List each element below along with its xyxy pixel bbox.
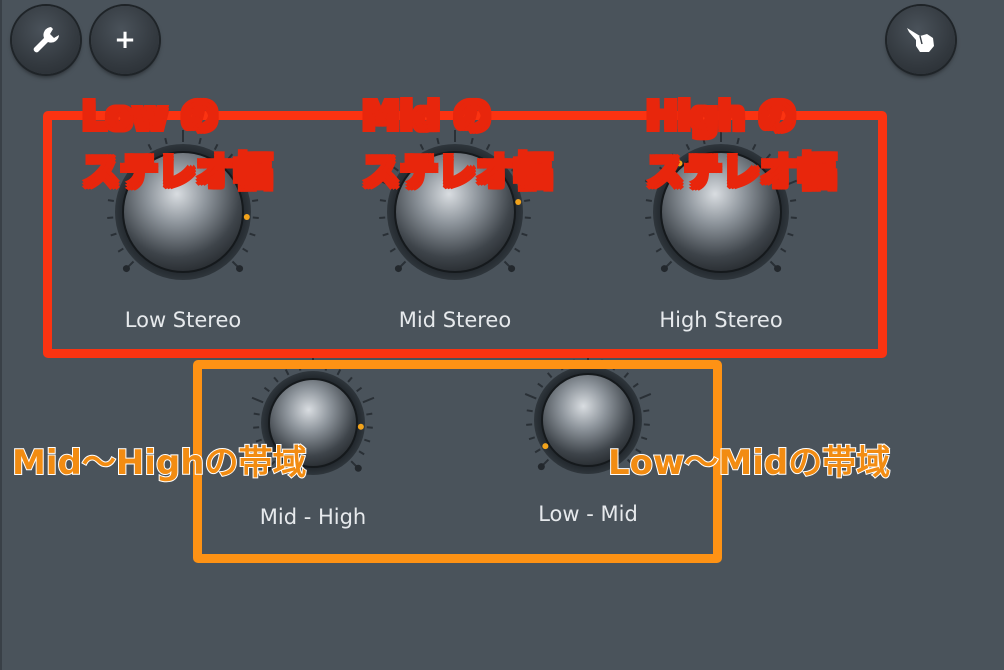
annotation-high-line1: High の [645,94,797,138]
hand-tool-button[interactable] [887,6,955,74]
settings-button[interactable] [12,6,80,74]
panel-edge [0,0,2,670]
wrench-icon [29,23,63,57]
annotation-high-line2: ステレオ幅 [645,150,837,194]
annotation-mid-line1: Mid の [361,94,492,138]
stereo-width-highlight-box [43,111,887,358]
annotation-low-line1: Low の [81,94,220,138]
annotation-mid-high-band: Mid～Highの帯域 [11,443,307,483]
annotation-low-line2: ステレオ幅 [81,150,273,194]
annotation-mid-line2: ステレオ幅 [361,150,553,194]
annotation-low-mid-band: Low～Midの帯域 [607,443,891,483]
plus-icon: + [114,25,136,55]
pointing-hand-icon [903,22,939,58]
add-button[interactable]: + [91,6,159,74]
